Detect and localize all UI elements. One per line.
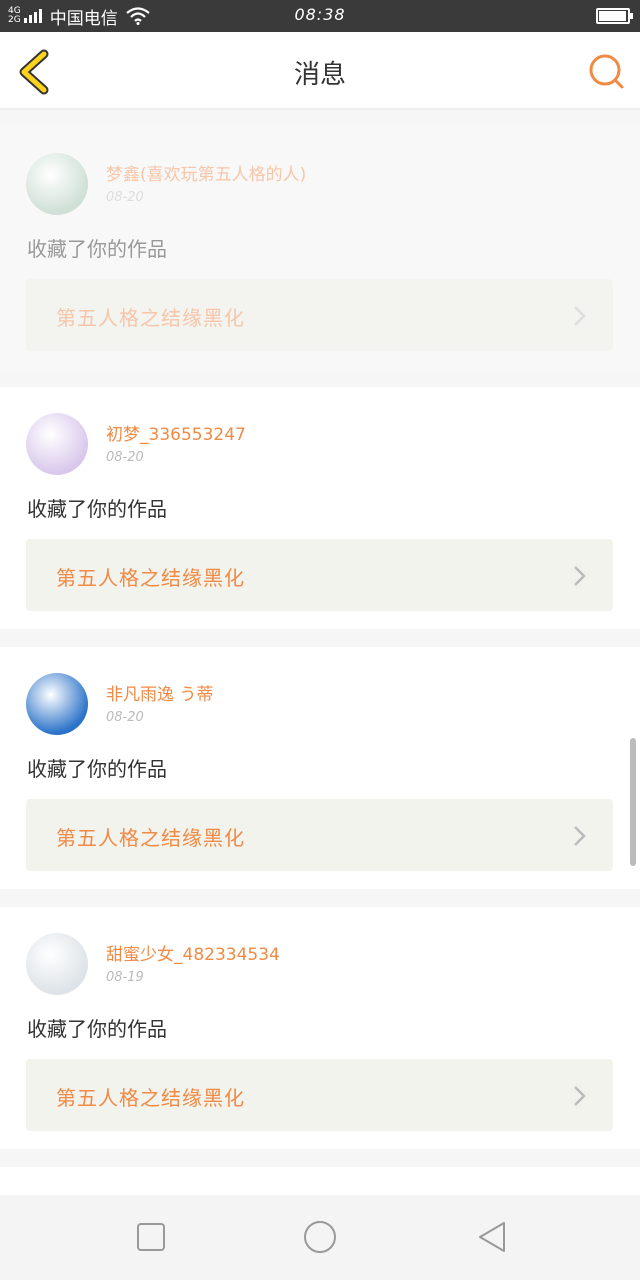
message-item[interactable]: 初梦_336553247 08-20 收藏了你的作品 第五人格之结缘黑化 — [0, 387, 640, 629]
top-nav: 消息 — [0, 32, 640, 110]
battery-icon — [596, 8, 633, 24]
avatar[interactable] — [26, 673, 88, 735]
username[interactable]: 初梦_336553247 — [106, 420, 246, 445]
work-title: 第五人格之结缘黑化 — [56, 566, 245, 590]
username[interactable]: 非凡雨逸 う蒂 — [106, 680, 213, 705]
chevron-right-icon — [574, 1086, 586, 1106]
message-date: 08-20 — [106, 710, 144, 725]
message-item[interactable]: 梦鑫(喜欢玩第五人格的人) 08-20 收藏了你的作品 第五人格之结缘黑化 — [0, 127, 640, 369]
avatar[interactable] — [26, 413, 88, 475]
work-card[interactable]: 第五人格之结缘黑化 — [26, 539, 613, 611]
action-text: 收藏了你的作品 — [27, 757, 167, 781]
status-bar: 4G 2G 中国电信 08:38 — [0, 0, 640, 32]
message-item[interactable]: 非凡雨逸 う蒂 08-20 收藏了你的作品 第五人格之结缘黑化 — [0, 647, 640, 889]
work-card[interactable]: 第五人格之结缘黑化 — [26, 799, 613, 871]
message-date: 08-20 — [106, 450, 144, 465]
message-date: 08-20 — [106, 190, 144, 205]
chevron-right-icon — [574, 566, 586, 586]
work-title: 第五人格之结缘黑化 — [56, 306, 245, 330]
system-nav-bar — [0, 1195, 640, 1280]
action-text: 收藏了你的作品 — [27, 497, 167, 521]
scrollbar[interactable] — [630, 738, 636, 866]
work-title: 第五人格之结缘黑化 — [56, 826, 245, 850]
action-text: 收藏了你的作品 — [27, 237, 167, 261]
work-card[interactable]: 第五人格之结缘黑化 — [26, 279, 613, 351]
chevron-right-icon — [574, 306, 586, 326]
work-card[interactable]: 第五人格之结缘黑化 — [26, 1059, 613, 1131]
home-button[interactable] — [302, 1219, 338, 1255]
work-title: 第五人格之结缘黑化 — [56, 1086, 245, 1110]
battery-level — [599, 11, 626, 21]
recent-apps-button[interactable] — [133, 1219, 169, 1255]
avatar[interactable] — [26, 933, 88, 995]
username[interactable]: 梦鑫(喜欢玩第五人格的人) — [106, 160, 306, 185]
search-icon[interactable] — [586, 52, 626, 92]
message-date: 08-19 — [106, 970, 144, 985]
username[interactable]: 甜蜜少女_482334534 — [106, 940, 280, 965]
page-title: 消息 — [293, 60, 346, 90]
action-text: 收藏了你的作品 — [27, 1017, 167, 1041]
chevron-right-icon — [574, 826, 586, 846]
avatar[interactable] — [26, 153, 88, 215]
clock: 08:38 — [294, 5, 346, 24]
back-nav-button[interactable] — [474, 1219, 510, 1255]
message-item[interactable]: 甜蜜少女_482334534 08-19 收藏了你的作品 第五人格之结缘黑化 — [0, 907, 640, 1149]
